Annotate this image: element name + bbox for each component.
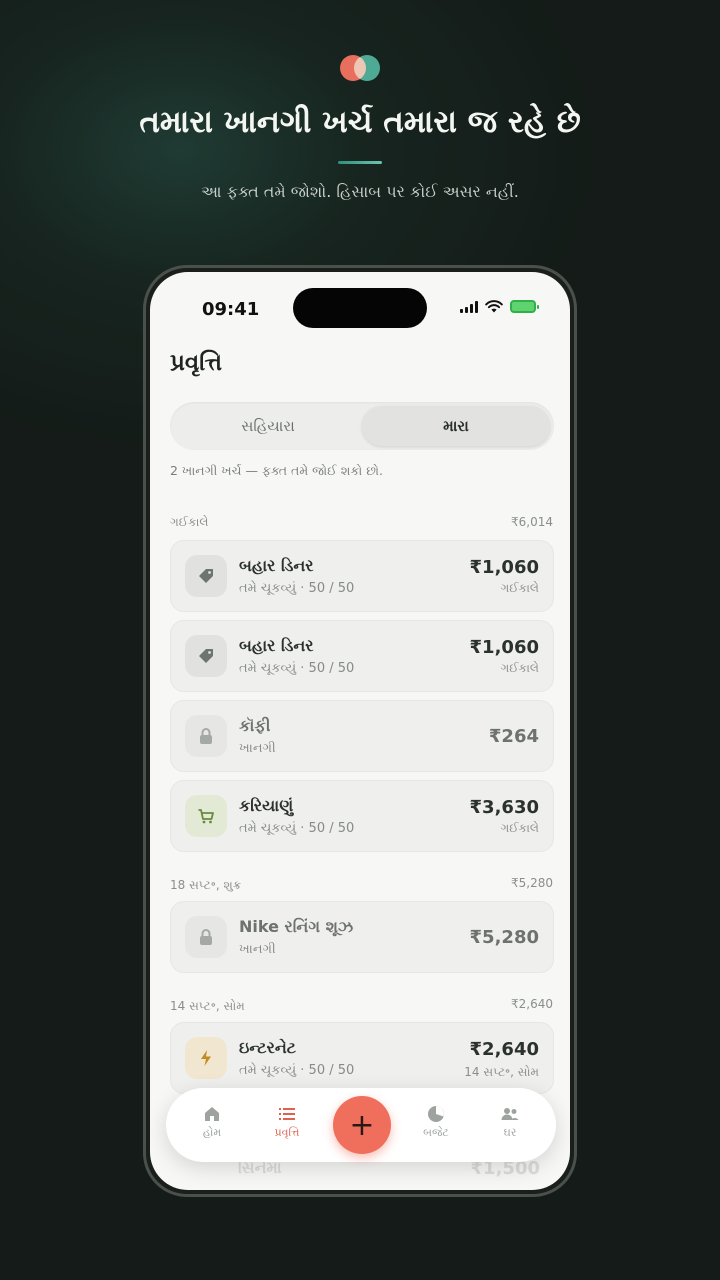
lock-icon (185, 715, 227, 757)
group-header: ગઈકાલે ₹6,014 (170, 515, 553, 530)
pie-chart-icon (406, 1104, 466, 1126)
list-item[interactable]: Nike રનિંગ શૂઝ ખાનગી ₹5,280 (170, 901, 554, 973)
status-icons (460, 300, 539, 313)
home-icon (182, 1104, 242, 1126)
page-title: પ્રવૃત્તિ (170, 350, 223, 376)
group-total: ₹6,014 (511, 515, 553, 529)
item-date: ગઈકાલે (500, 581, 539, 595)
group-date: 18 સપ્ટ॰, શુક્ર (170, 878, 242, 892)
item-amount: ₹1,060 (469, 557, 539, 578)
tab-budget-label: બજેટ (423, 1126, 449, 1139)
group-total: ₹5,280 (511, 876, 553, 890)
phone-screen: 09:41 પ્રવૃત્તિ સહિયારા મારા 2 ખાનગી ખર્… (150, 272, 570, 1190)
add-expense-button[interactable]: + (333, 1096, 391, 1154)
segment-shared[interactable]: સહિયારા (174, 406, 362, 446)
tag-icon (185, 555, 227, 597)
item-subtitle: તમે ચૂકવ્યું · 50 / 50 (239, 1063, 355, 1078)
item-amount: ₹1,060 (469, 637, 539, 658)
list-item[interactable]: ઇન્ટરનેટ તમે ચૂકવ્યું · 50 / 50 ₹2,640 1… (170, 1022, 554, 1094)
status-bar: 09:41 (150, 272, 570, 346)
item-subtitle: તમે ચૂકવ્યું · 50 / 50 (239, 821, 355, 836)
phone-frame: 09:41 પ્રવૃત્તિ સહિયારા મારા 2 ખાનગી ખર્… (143, 265, 577, 1197)
item-title: બહાર ડિનર (239, 556, 314, 575)
cart-icon (185, 795, 227, 837)
tab-household-label: ઘર (503, 1126, 517, 1139)
group-date: ગઈકાલે (170, 515, 209, 529)
tab-home[interactable]: હોમ (182, 1104, 242, 1140)
item-date: 14 સપ્ટ॰, સોમ (464, 1065, 539, 1079)
logo-teal-circle (354, 55, 380, 81)
tag-icon (185, 635, 227, 677)
item-title: બહાર ડિનર (239, 636, 314, 655)
status-time: 09:41 (202, 299, 260, 320)
item-subtitle: તમે ચૂકવ્યું · 50 / 50 (239, 661, 355, 676)
people-icon (480, 1104, 540, 1126)
tab-home-label: હોમ (202, 1126, 222, 1139)
item-subtitle: ખાનગી (239, 942, 276, 957)
signal-icon (460, 300, 478, 313)
item-title: ઇન્ટરનેટ (239, 1038, 297, 1057)
item-amount: ₹264 (488, 726, 539, 747)
item-title: કૉફી (239, 716, 271, 735)
item-subtitle: ખાનગી (239, 741, 276, 756)
group-header: 18 સપ્ટ॰, શુક્ર ₹5,280 (170, 876, 553, 893)
item-title: Nike રનિંગ શૂઝ (239, 917, 354, 936)
list-item[interactable]: કરિયાણું તમે ચૂકવ્યું · 50 / 50 ₹3,630 ગ… (170, 780, 554, 852)
wifi-icon (485, 300, 503, 313)
tab-activity[interactable]: પ્રવૃત્તિ (257, 1104, 317, 1140)
private-note: 2 ખાનગી ખર્ચ — ફક્ત તમે જોઈ શકો છો. (170, 463, 384, 478)
group-date: 14 સપ્ટ॰, સોમ (170, 999, 245, 1013)
list-item[interactable]: કૉફી ખાનગી ₹264 (170, 700, 554, 772)
promo-subline: આ ફક્ત તમે જોશો. હિસાબ પર કોઈ અસર નહીં. (201, 182, 519, 201)
list-item[interactable]: બહાર ડિનર તમે ચૂકવ્યું · 50 / 50 ₹1,060 … (170, 620, 554, 692)
segmented-control: સહિયારા મારા (170, 402, 554, 450)
item-amount: ₹3,630 (469, 797, 539, 818)
list-icon (257, 1104, 317, 1126)
segment-mine[interactable]: મારા (362, 406, 550, 446)
headline-divider (338, 161, 382, 164)
lock-icon (185, 916, 227, 958)
tab-household[interactable]: ઘર (480, 1104, 540, 1140)
tab-budget[interactable]: બજેટ (406, 1104, 466, 1140)
item-amount: ₹5,280 (469, 927, 539, 948)
item-date: ગઈકાલે (500, 661, 539, 675)
group-header: 14 સપ્ટ॰, સોમ ₹2,640 (170, 997, 553, 1014)
item-subtitle: તમે ચૂકવ્યું · 50 / 50 (239, 581, 355, 596)
battery-icon (510, 300, 539, 313)
item-date: ગઈકાલે (500, 821, 539, 835)
tab-bar: હોમ પ્રવૃત્તિ + બજેટ ઘર (166, 1088, 556, 1162)
item-title: કરિયાણું (239, 796, 294, 815)
bolt-icon (185, 1037, 227, 1079)
app-logo (340, 55, 380, 81)
dynamic-island (293, 288, 427, 328)
list-item[interactable]: બહાર ડિનર તમે ચૂકવ્યું · 50 / 50 ₹1,060 … (170, 540, 554, 612)
group-total: ₹2,640 (511, 997, 553, 1011)
tab-activity-label: પ્રવૃત્તિ (274, 1126, 300, 1139)
item-amount: ₹2,640 (469, 1039, 539, 1060)
promo-headline: તમારા ખાનગી ખર્ચ તમારા જ રહે છે (139, 104, 581, 140)
